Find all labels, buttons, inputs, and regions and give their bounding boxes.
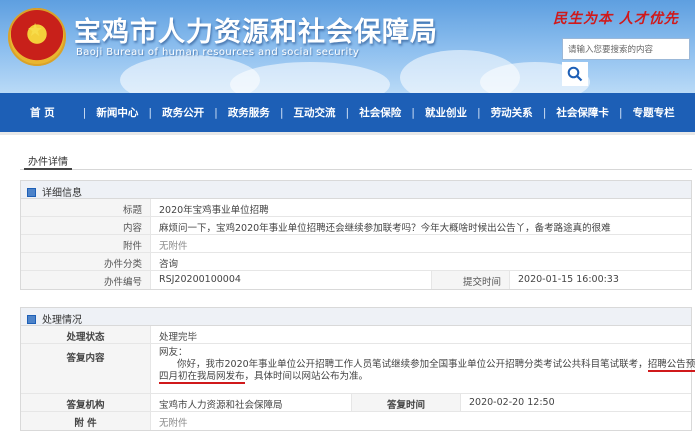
title-value: 2020年宝鸡事业单位招聘	[159, 205, 269, 216]
detail-row-content: 内容 麻烦问一下，宝鸡2020年事业单位招聘还会继续参加联考吗？今年大概啥时候出…	[21, 217, 691, 235]
nav-item-social-card[interactable]: 社会保障卡	[546, 105, 619, 120]
detail-panel-header: 详细信息	[21, 181, 691, 199]
handling-attachment-label: 附 件	[21, 412, 151, 430]
site-title: 宝鸡市人力资源和社会保障局	[74, 17, 438, 48]
submit-time-label: 提交时间	[431, 271, 510, 289]
nav-item-interaction[interactable]: 互动交流	[284, 105, 346, 120]
section-square-icon	[27, 315, 36, 324]
detail-panel: 详细信息 标题 2020年宝鸡事业单位招聘 内容 麻烦问一下，宝鸡2020年事业…	[20, 180, 692, 290]
banner-cloud	[230, 62, 390, 93]
reply-greeting: 网友：	[159, 347, 188, 358]
site-banner: ★ 宝鸡市人力资源和社会保障局 Baoji Bureau of human re…	[0, 0, 695, 93]
reply-org-value: 宝鸡市人力资源和社会保障局	[159, 400, 283, 411]
reply-highlight: 招聘公告预计	[647, 359, 695, 372]
status-value: 处理完毕	[159, 332, 198, 343]
national-emblem-icon: ★	[8, 8, 66, 66]
reply-org-label: 答复机构	[21, 394, 151, 411]
search-button[interactable]	[562, 62, 588, 86]
section-square-icon	[27, 188, 36, 197]
detail-row-number: 办件编号 RSJ20200100004 提交时间 2020-01-15 16:0…	[21, 271, 691, 289]
nav-item-gov-service[interactable]: 政务服务	[218, 105, 280, 120]
handling-row-status: 处理状态 处理完毕	[21, 326, 691, 344]
reply-highlight: 四月初在我局网发布	[159, 371, 245, 384]
handling-row-org: 答复机构 宝鸡市人力资源和社会保障局 答复时间 2020-02-20 12:50	[21, 394, 691, 412]
reply-label: 答复内容	[21, 344, 151, 393]
attachment-value: 无附件	[159, 241, 188, 252]
nav-item-news[interactable]: 新闻中心	[86, 105, 148, 120]
nav-item-home[interactable]: 首 页	[0, 105, 83, 120]
tab-case-details[interactable]: 办件详情	[24, 150, 72, 170]
content-value: 麻烦问一下，宝鸡2020年事业单位招聘还会继续参加联考吗？今年大概啥时候出公告丫…	[159, 223, 611, 234]
nav-item-labor-relations[interactable]: 劳动关系	[481, 105, 543, 120]
search-input[interactable]: 请输入您要搜索的内容	[562, 38, 690, 60]
title-label: 标题	[21, 199, 151, 216]
reply-text: 你好，我市2020年事业单位公开招聘工作人员笔试继续参加全国事业单位公开招聘分类…	[177, 359, 648, 370]
status-label: 处理状态	[21, 326, 151, 343]
reply-line-1: 你好，我市2020年事业单位公开招聘工作人员笔试继续参加全国事业单位公开招聘分类…	[159, 359, 695, 372]
nav-item-gov-info[interactable]: 政务公开	[152, 105, 214, 120]
handling-panel: 处理情况 处理状态 处理完毕 答复内容 网友： 你好，我市2020年事业单位公开…	[20, 307, 695, 431]
handling-attachment-value: 无附件	[159, 418, 188, 429]
reply-text: ，具体时间以网站公布为准。	[244, 371, 369, 382]
detail-row-title: 标题 2020年宝鸡事业单位招聘	[21, 199, 691, 217]
handling-row-reply: 答复内容 网友： 你好，我市2020年事业单位公开招聘工作人员笔试继续参加全国事…	[21, 344, 695, 394]
slogan: 民生为本 人才优先	[553, 11, 679, 27]
site-subtitle: Baoji Bureau of human resources and soci…	[76, 47, 360, 58]
category-label: 办件分类	[21, 253, 151, 270]
detail-row-attachment: 附件 无附件	[21, 235, 691, 253]
handling-row-attachment: 附 件 无附件	[21, 412, 691, 430]
case-number-value: RSJ20200100004	[159, 274, 241, 285]
reply-time-value: 2020-02-20 12:50	[469, 397, 555, 408]
reply-line-2: 四月初在我局网发布，具体时间以网站公布为准。	[159, 371, 683, 384]
nav-item-special-topics[interactable]: 专题专栏	[623, 105, 685, 120]
search-icon	[567, 66, 583, 82]
main-nav: 首 页 | 新闻中心 | 政务公开 | 政务服务 | 互动交流 | 社会保险 |…	[0, 93, 695, 135]
tab-bar: 办件详情	[20, 150, 692, 170]
detail-section-title: 详细信息	[42, 188, 82, 199]
handling-section-title: 处理情况	[42, 315, 82, 326]
nav-item-employment[interactable]: 就业创业	[415, 105, 477, 120]
submit-time-value: 2020-01-15 16:00:33	[518, 274, 619, 285]
attachment-label: 附件	[21, 235, 151, 252]
nav-item-social-insurance[interactable]: 社会保险	[349, 105, 411, 120]
content-label: 内容	[21, 217, 151, 234]
case-number-label: 办件编号	[21, 271, 151, 289]
category-value: 咨询	[159, 259, 179, 270]
detail-row-category: 办件分类 咨询	[21, 253, 691, 271]
reply-content: 网友： 你好，我市2020年事业单位公开招聘工作人员笔试继续参加全国事业单位公开…	[151, 344, 695, 386]
handling-panel-header: 处理情况	[21, 308, 691, 326]
reply-time-label: 答复时间	[351, 394, 461, 411]
